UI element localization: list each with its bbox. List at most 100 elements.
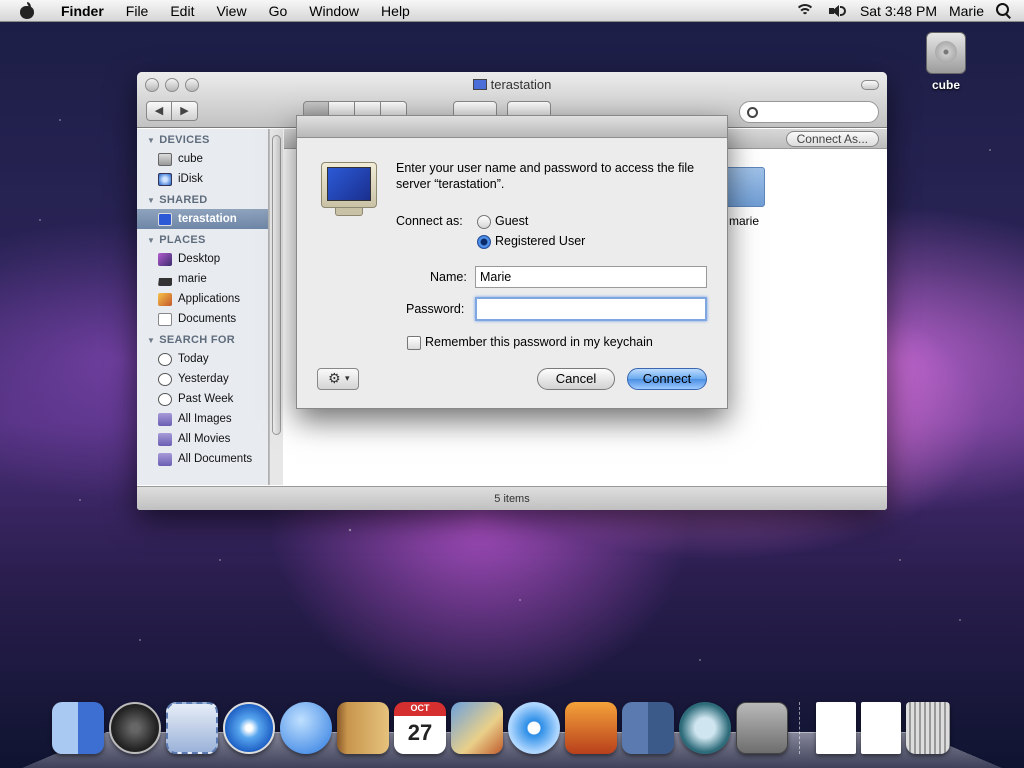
item-count: 5 items xyxy=(494,493,530,505)
hard-drive-icon xyxy=(926,32,966,74)
guest-radio-label[interactable]: Guest xyxy=(495,214,528,228)
clock-icon xyxy=(158,352,172,366)
menu-edit[interactable]: Edit xyxy=(159,3,205,19)
window-title: terastation xyxy=(137,77,887,92)
forward-button[interactable]: ▶ xyxy=(172,101,198,121)
menu-app-finder[interactable]: Finder xyxy=(50,3,115,19)
sidebar-item-label: All Movies xyxy=(178,433,231,445)
finder-icon[interactable] xyxy=(52,702,104,754)
scrollbar-thumb[interactable] xyxy=(272,135,281,435)
applications-icon xyxy=(158,292,172,306)
name-field[interactable]: Marie xyxy=(475,266,707,288)
sidebar-item-label: marie xyxy=(178,273,207,285)
menu-clock[interactable]: Sat 3:48 PM xyxy=(860,3,937,19)
sidebar-item-label: iDisk xyxy=(178,173,203,185)
safari-icon[interactable] xyxy=(223,702,275,754)
sidebar-section-shared[interactable]: SHARED xyxy=(137,189,268,209)
sidebar-section-search[interactable]: SEARCH FOR xyxy=(137,329,268,349)
spotlight-icon[interactable] xyxy=(996,2,1012,19)
sidebar-item-label: Yesterday xyxy=(178,373,229,385)
smart-folder-icon xyxy=(158,412,172,426)
dialog-message: Enter your user name and password to acc… xyxy=(396,161,695,191)
dashboard-icon[interactable] xyxy=(109,702,161,754)
remember-password-label[interactable]: Remember this password in my keychain xyxy=(425,335,653,349)
sidebar-scrollbar[interactable] xyxy=(269,129,283,485)
sidebar-item-all-images[interactable]: All Images xyxy=(137,409,268,429)
system-preferences-icon[interactable] xyxy=(736,702,788,754)
sidebar-item-documents[interactable]: Documents xyxy=(137,309,268,329)
wifi-icon[interactable] xyxy=(794,3,816,18)
server-icon xyxy=(472,79,487,90)
sidebar-item-label: Applications xyxy=(178,293,241,305)
photo-booth-icon[interactable] xyxy=(565,702,617,754)
spaces-icon[interactable] xyxy=(622,702,674,754)
menu-help[interactable]: Help xyxy=(370,3,421,19)
iphoto-icon[interactable] xyxy=(451,702,503,754)
dock-separator xyxy=(799,702,805,754)
sidebar-item-label: All Documents xyxy=(178,453,253,465)
registered-user-radio[interactable] xyxy=(477,235,491,249)
sidebar-item-label: cube xyxy=(178,153,203,165)
sidebar-item-idisk[interactable]: iDisk xyxy=(137,169,268,189)
remember-password-checkbox[interactable] xyxy=(407,336,421,350)
connect-as-button[interactable]: Connect As... xyxy=(785,131,879,147)
ichat-icon[interactable] xyxy=(280,702,332,754)
password-field[interactable] xyxy=(475,297,707,321)
sidebar-item-applications[interactable]: Applications xyxy=(137,289,268,309)
menu-go[interactable]: Go xyxy=(258,3,299,19)
gear-menu-button[interactable] xyxy=(317,368,359,390)
connect-as-label: Connect as: xyxy=(396,214,463,228)
sidebar-item-marie[interactable]: marie xyxy=(137,269,268,289)
folder-label[interactable]: marie xyxy=(729,214,759,228)
file-server-icon xyxy=(321,162,377,218)
sidebar-item-all-documents[interactable]: All Documents xyxy=(137,449,268,469)
cancel-button[interactable]: Cancel xyxy=(537,368,615,390)
back-button[interactable]: ◀ xyxy=(146,101,172,121)
sidebar-item-desktop[interactable]: Desktop xyxy=(137,249,268,269)
trash-icon[interactable] xyxy=(906,702,950,754)
desktop-icon xyxy=(158,252,172,266)
menu-window[interactable]: Window xyxy=(298,3,370,19)
address-book-icon[interactable] xyxy=(337,702,389,754)
finder-search-input[interactable] xyxy=(739,101,879,123)
sidebar-section-devices[interactable]: DEVICES xyxy=(137,129,268,149)
ical-month: OCT xyxy=(410,703,430,713)
home-icon xyxy=(158,273,172,286)
mail-icon[interactable] xyxy=(166,702,218,754)
clock-icon xyxy=(158,392,172,406)
documents-icon xyxy=(158,312,172,326)
server-icon xyxy=(158,212,172,226)
itunes-icon[interactable] xyxy=(508,702,560,754)
back-forward-buttons: ◀ ▶ xyxy=(146,101,198,121)
server-login-dialog: Enter your user name and password to acc… xyxy=(296,115,728,409)
status-bar: 5 items xyxy=(137,486,887,510)
sidebar-item-label: Documents xyxy=(178,313,237,325)
sidebar-item-all-movies[interactable]: All Movies xyxy=(137,429,268,449)
desktop-drive[interactable]: cube xyxy=(920,32,972,92)
toolbar-toggle-button[interactable] xyxy=(861,80,879,90)
sidebar-item-cube[interactable]: cube xyxy=(137,149,268,169)
menu-view[interactable]: View xyxy=(205,3,257,19)
connect-button[interactable]: Connect xyxy=(627,368,707,390)
time-machine-icon[interactable] xyxy=(679,702,731,754)
sidebar-item-terastation[interactable]: terastation xyxy=(137,209,268,229)
ical-day: 27 xyxy=(407,720,433,745)
apple-menu-icon[interactable] xyxy=(18,1,38,19)
pdf-document-icon[interactable] xyxy=(861,702,901,754)
registered-user-radio-label[interactable]: Registered User xyxy=(495,234,585,248)
menu-user[interactable]: Marie xyxy=(949,3,984,19)
smart-folder-icon xyxy=(158,452,172,466)
desktop-drive-label: cube xyxy=(931,78,960,92)
window-title-text: terastation xyxy=(490,77,552,92)
menu-file[interactable]: File xyxy=(115,3,160,19)
guest-radio[interactable] xyxy=(477,215,491,229)
sidebar-item-today[interactable]: Today xyxy=(137,349,268,369)
sidebar-section-places[interactable]: PLACES xyxy=(137,229,268,249)
ical-icon[interactable]: OCT 27 xyxy=(394,702,446,754)
idisk-icon xyxy=(158,172,172,186)
sidebar-item-yesterday[interactable]: Yesterday xyxy=(137,369,268,389)
menu-bar: Finder File Edit View Go Window Help Sat… xyxy=(0,0,1024,22)
volume-icon[interactable] xyxy=(828,4,848,18)
pdf-document-icon[interactable] xyxy=(816,702,856,754)
sidebar-item-past-week[interactable]: Past Week xyxy=(137,389,268,409)
